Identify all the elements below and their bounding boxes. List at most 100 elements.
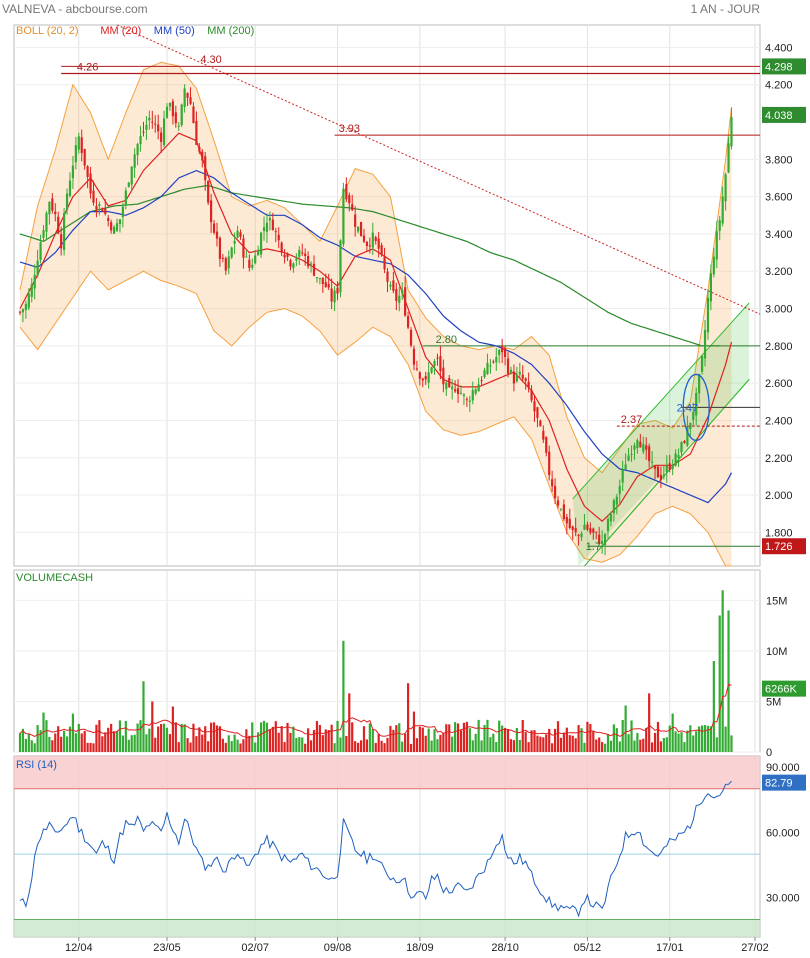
candle-body	[389, 284, 392, 287]
volume-bar	[165, 727, 169, 752]
candle-body	[277, 234, 280, 241]
volume-bar	[459, 730, 463, 752]
candle-body	[162, 118, 166, 146]
volume-bar	[192, 723, 195, 752]
candle-body	[456, 388, 460, 394]
volume-bar	[221, 738, 224, 752]
volume-bar	[80, 733, 83, 752]
stock-chart-stage: VALNEVA - abcbourse.com 1 AN - JOUR 12/0…	[0, 0, 810, 958]
candle-body	[409, 329, 413, 346]
volume-bar	[574, 738, 577, 752]
candle-body	[368, 245, 371, 247]
candle-body	[665, 465, 668, 473]
volume-bar	[348, 693, 351, 752]
volume-bar	[515, 727, 518, 752]
candle-body	[542, 430, 545, 440]
volume-bar	[168, 734, 172, 752]
candle-body	[60, 234, 63, 249]
volume-bar	[371, 729, 374, 752]
volume-bar	[398, 723, 401, 752]
candle-body	[212, 223, 216, 233]
candle-body	[354, 214, 357, 227]
volume-bar	[406, 683, 410, 752]
volume-bar	[204, 726, 207, 752]
candle-body	[562, 504, 565, 520]
volume-bar	[609, 740, 613, 752]
volume-bar	[404, 734, 407, 752]
volume-bar	[671, 713, 674, 752]
volume-bar	[392, 729, 395, 752]
volume-bar	[509, 739, 513, 752]
candle-body	[177, 125, 180, 127]
candle-body	[730, 117, 733, 147]
volume-bar	[648, 693, 651, 752]
candle-body	[224, 257, 227, 271]
price-y-tick-label: 4.400	[765, 42, 793, 54]
volume-bar	[456, 723, 460, 752]
candle-body	[574, 527, 577, 533]
volume-bar	[380, 740, 383, 752]
candle-body	[724, 174, 727, 202]
volume-bar	[77, 723, 80, 752]
candle-body	[130, 166, 133, 185]
volume-bar	[377, 733, 380, 752]
volume-bar	[498, 720, 501, 752]
x-tick-label: 05/12	[574, 942, 602, 954]
volume-y-tick-label: 15M	[766, 595, 787, 607]
candle-body	[580, 533, 583, 538]
x-tick-label: 28/10	[491, 942, 519, 954]
volume-bar	[386, 737, 389, 752]
volume-bar	[63, 730, 66, 752]
candle-body	[571, 526, 574, 531]
candle-body	[480, 380, 483, 382]
candle-body	[86, 166, 89, 178]
candle-body	[104, 208, 107, 214]
candle-body	[110, 222, 113, 231]
volume-bar	[633, 740, 636, 752]
volume-bar	[30, 740, 33, 752]
candle-body	[45, 212, 48, 232]
volume-bar	[583, 742, 586, 752]
candle-body	[530, 390, 533, 401]
candle-body	[265, 222, 269, 232]
candle-body	[624, 464, 627, 470]
volume-bar	[468, 728, 471, 752]
candle-body	[63, 212, 66, 250]
candle-body	[68, 180, 72, 197]
rsi-oversold-zone	[14, 919, 760, 937]
candle-body	[548, 451, 551, 476]
volume-bar	[292, 726, 295, 752]
candle-body	[342, 188, 345, 245]
volume-bar	[115, 731, 119, 752]
volume-bar	[430, 740, 433, 752]
candle-body	[95, 205, 98, 210]
volume-bar	[601, 742, 604, 752]
volume-bar	[207, 741, 210, 752]
candle-body	[65, 193, 69, 210]
candle-body	[653, 465, 657, 469]
candle-body	[612, 500, 615, 514]
candle-body	[606, 518, 610, 532]
volume-bar	[465, 721, 468, 752]
volume-bar	[524, 731, 527, 752]
candle-body	[89, 173, 92, 194]
legend-entry: MM (200)	[207, 25, 254, 37]
volume-bar	[636, 733, 639, 752]
volume-bar	[606, 734, 610, 752]
candle-body	[307, 256, 310, 267]
volume-bar	[74, 733, 77, 752]
candle-body	[553, 485, 557, 499]
candle-body	[189, 97, 192, 104]
volume-bar	[327, 729, 330, 752]
volume-bar	[18, 733, 22, 752]
candle-body	[706, 297, 710, 333]
volume-bar	[589, 724, 592, 752]
candle-body	[465, 399, 468, 401]
candle-body	[301, 252, 304, 254]
price-annotation-1-7: 1.7	[586, 541, 601, 553]
volume-bar	[683, 742, 686, 752]
candle-body	[168, 102, 172, 107]
candle-body	[700, 356, 704, 372]
volume-bar	[321, 735, 324, 752]
candle-body	[592, 528, 595, 533]
